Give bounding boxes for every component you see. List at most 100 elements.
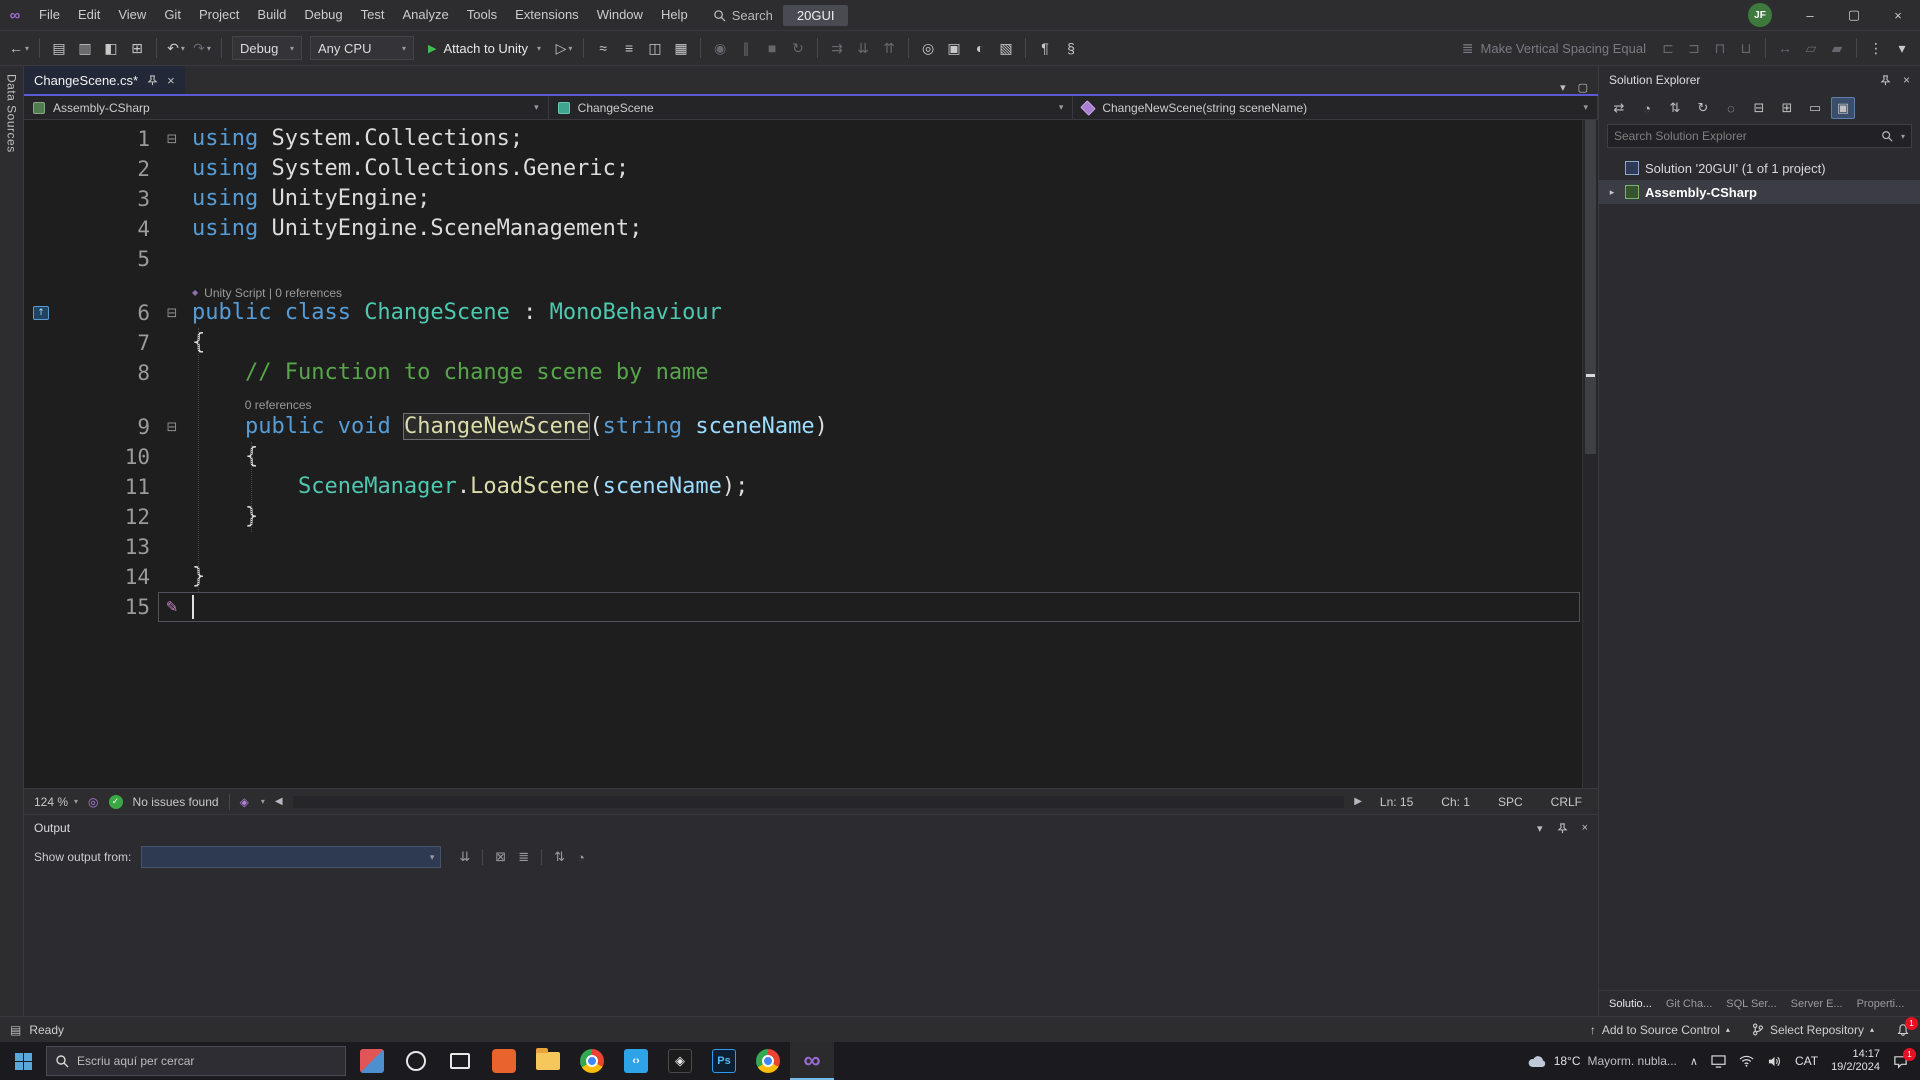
- breakpoints-button[interactable]: ◉: [708, 35, 732, 61]
- code-line[interactable]: 15✎: [24, 592, 1582, 622]
- make-horizontal-spacing-equal-button[interactable]: ↔: [1773, 35, 1797, 61]
- word-wrap-icon[interactable]: ≣: [518, 849, 529, 865]
- chevron-down-icon[interactable]: ▾: [1537, 822, 1543, 835]
- tool-tab-4[interactable]: Server E...: [1791, 998, 1843, 1010]
- switch-views-icon[interactable]: ⇄: [1607, 97, 1631, 119]
- health-status[interactable]: No issues found: [133, 795, 219, 809]
- menu-window[interactable]: Window: [588, 0, 652, 30]
- add-to-source-control-button[interactable]: ↑ Add to Source Control ▴: [1590, 1023, 1730, 1037]
- code-line[interactable]: 1⊟using System.Collections;: [24, 124, 1582, 154]
- step-into-button[interactable]: ⇊: [851, 35, 875, 61]
- timestamps-icon[interactable]: ◔: [577, 850, 585, 865]
- pin-icon[interactable]: [147, 75, 158, 86]
- menu-help[interactable]: Help: [652, 0, 697, 30]
- code-line[interactable]: 12 }: [24, 502, 1582, 532]
- tool-tab-5[interactable]: Properti...: [1857, 998, 1905, 1010]
- menu-view[interactable]: View: [109, 0, 155, 30]
- code-line[interactable]: 14}: [24, 562, 1582, 592]
- view-code-icon[interactable]: ▭: [1803, 97, 1827, 119]
- pin-icon[interactable]: [1557, 823, 1568, 834]
- restart-button[interactable]: ↻: [786, 35, 810, 61]
- chevron-down-icon[interactable]: ▾: [1901, 132, 1905, 141]
- output-content[interactable]: [24, 873, 1598, 1016]
- background-tasks-icon[interactable]: ▤: [10, 1023, 21, 1037]
- code-editor[interactable]: 1⊟using System.Collections;2using System…: [24, 120, 1598, 788]
- indent-mode[interactable]: SPC: [1498, 795, 1523, 809]
- wifi-icon[interactable]: [1739, 1055, 1754, 1067]
- document-tab[interactable]: ChangeScene.cs* ×: [24, 66, 185, 94]
- fold-collapse-icon[interactable]: ⊟: [167, 419, 178, 435]
- save-all-button[interactable]: ⊞: [125, 35, 149, 61]
- notifications-button[interactable]: 1: [1896, 1023, 1910, 1037]
- code-line[interactable]: 7{: [24, 328, 1582, 358]
- hot-reload-button[interactable]: ≈: [591, 35, 615, 61]
- breadcrumb-method[interactable]: ChangeNewScene(string sceneName)▾: [1073, 96, 1598, 119]
- sync-selection-icon[interactable]: ⇅: [1663, 97, 1687, 119]
- taskbar-visual-studio[interactable]: ∞: [790, 1042, 834, 1080]
- title-search[interactable]: Search: [713, 8, 773, 23]
- float-dock-icon[interactable]: ▢: [1578, 81, 1588, 94]
- toolbar-options-button[interactable]: ⋮: [1864, 35, 1888, 61]
- taskbar-chrome[interactable]: [570, 1042, 614, 1080]
- code-cleanup-icon[interactable]: ◈: [240, 795, 249, 809]
- start-without-debugging-button[interactable]: ▷▾: [552, 35, 576, 61]
- autoscroll-icon[interactable]: ⇅: [554, 849, 565, 865]
- menu-edit[interactable]: Edit: [69, 0, 109, 30]
- code-line[interactable]: 3using UnityEngine;: [24, 184, 1582, 214]
- language-indicator[interactable]: CAT: [1795, 1054, 1818, 1068]
- tool-tab-1[interactable]: Solutio...: [1609, 998, 1652, 1010]
- collapse-all-icon[interactable]: ⊟: [1747, 97, 1771, 119]
- code-line[interactable]: 4using UnityEngine.SceneManagement;: [24, 214, 1582, 244]
- map-mode-button[interactable]: ▧: [994, 35, 1018, 61]
- scrollbar-thumb[interactable]: [1585, 120, 1596, 454]
- menu-git[interactable]: Git: [155, 0, 190, 30]
- close-icon[interactable]: ×: [1903, 73, 1910, 87]
- step-out-button[interactable]: ⇈: [877, 35, 901, 61]
- undo-button[interactable]: ↶▾: [164, 35, 188, 61]
- clear-all-icon[interactable]: ⊠: [495, 849, 506, 865]
- solution-explorer-search-input[interactable]: [1614, 129, 1875, 143]
- find-in-files-button[interactable]: ◎: [916, 35, 940, 61]
- minimize-button[interactable]: –: [1788, 0, 1832, 30]
- stop-button[interactable]: ■: [760, 35, 784, 61]
- split-view-button[interactable]: ◫: [643, 35, 667, 61]
- pin-icon[interactable]: [1880, 75, 1891, 86]
- tool-tab-2[interactable]: Git Cha...: [1666, 998, 1712, 1010]
- taskbar-unity[interactable]: ◈: [658, 1042, 702, 1080]
- menu-debug[interactable]: Debug: [295, 0, 351, 30]
- menu-extensions[interactable]: Extensions: [506, 0, 588, 30]
- maximize-button[interactable]: ▢: [1832, 0, 1876, 30]
- open-file-button[interactable]: ▥: [73, 35, 97, 61]
- compare-files-button[interactable]: ◐: [968, 35, 992, 61]
- action-center-button[interactable]: 1: [1893, 1054, 1908, 1069]
- weather-widget[interactable]: 18°C Mayorm. nubla...: [1527, 1053, 1677, 1069]
- taskbar-vscode[interactable]: ‹›: [614, 1042, 658, 1080]
- intellisense-icon[interactable]: ◎: [88, 795, 98, 809]
- volume-icon[interactable]: [1767, 1055, 1782, 1068]
- taskbar-task-view[interactable]: [438, 1042, 482, 1080]
- horizontal-scrollbar[interactable]: [293, 796, 1345, 808]
- bring-to-front-button[interactable]: ▰: [1825, 35, 1849, 61]
- tree-item-project[interactable]: ▸Assembly-CSharp: [1599, 180, 1920, 204]
- make-same-size-button[interactable]: ▱: [1799, 35, 1823, 61]
- data-sources-tab[interactable]: Data Sources: [5, 74, 19, 1016]
- document-outline-button[interactable]: ≡: [617, 35, 641, 61]
- new-project-button[interactable]: ▤: [47, 35, 71, 61]
- comment-selection-button[interactable]: ¶: [1033, 35, 1057, 61]
- inheritance-indicator-icon[interactable]: ↑: [33, 306, 49, 320]
- scroll-right-icon[interactable]: ▶: [1354, 796, 1362, 807]
- menu-analyze[interactable]: Analyze: [393, 0, 457, 30]
- pause-button[interactable]: ∥: [734, 35, 758, 61]
- user-avatar[interactable]: JF: [1748, 3, 1772, 27]
- goto-next-message-icon[interactable]: ⇊: [459, 849, 470, 865]
- hidden-icons-chevron[interactable]: ∧: [1690, 1055, 1698, 1068]
- code-line[interactable]: 5: [24, 244, 1582, 274]
- column-indicator[interactable]: Ch: 1: [1441, 795, 1470, 809]
- tab-close-icon[interactable]: ×: [167, 73, 175, 88]
- start-button[interactable]: [0, 1042, 46, 1080]
- tool-tab-3[interactable]: SQL Ser...: [1726, 998, 1776, 1010]
- uncomment-selection-button[interactable]: §: [1059, 35, 1083, 61]
- solution-platform-dropdown[interactable]: Any CPU▾: [310, 36, 414, 60]
- display-icon[interactable]: [1711, 1055, 1726, 1068]
- menu-build[interactable]: Build: [248, 0, 295, 30]
